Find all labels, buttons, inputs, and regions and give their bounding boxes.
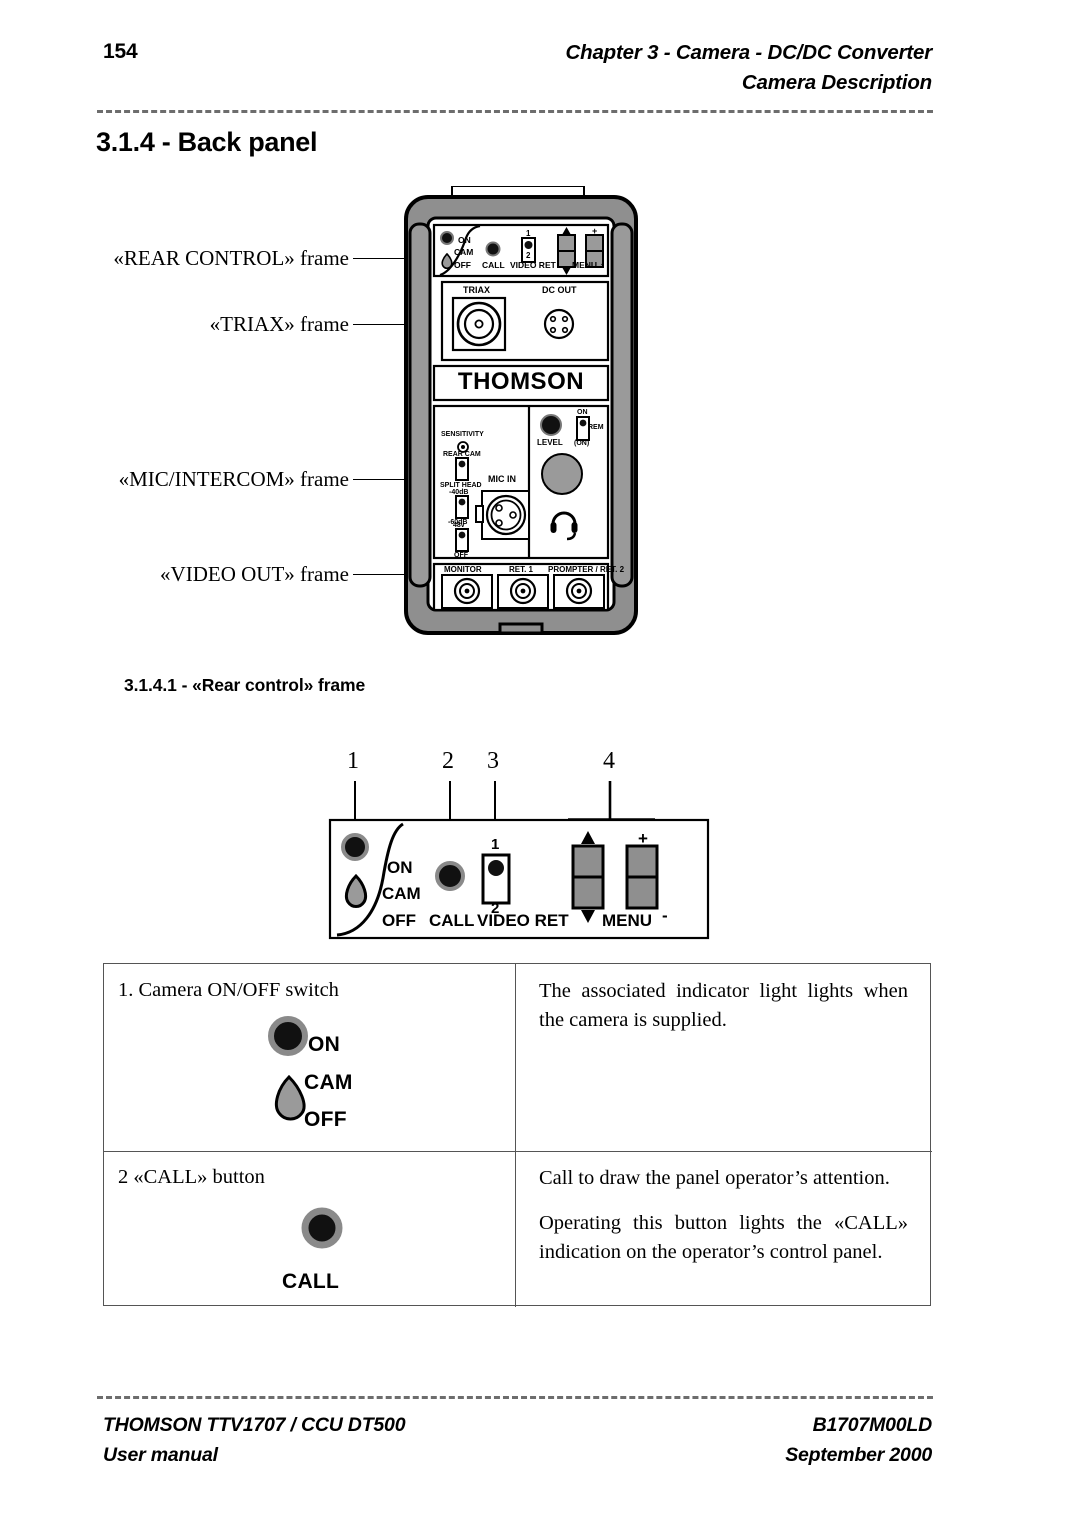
- camera-monitor-label: MONITOR: [444, 565, 482, 574]
- switch-position-cam: CAM: [304, 1071, 353, 1094]
- table-cell-description: The associated indicator light lights wh…: [515, 964, 932, 1151]
- footer-manual-type: User manual: [103, 1444, 218, 1466]
- footer-date: September 2000: [785, 1444, 932, 1466]
- rear-control-description-table: 1. Camera ON/OFF switch ON CAM OFF The a…: [103, 963, 932, 1307]
- camera-intercom-on-label: ON: [577, 409, 588, 416]
- page-number: 154: [103, 40, 138, 63]
- section-subtitle: Camera Description: [741, 71, 932, 94]
- callout-number-4: 4: [603, 748, 615, 774]
- camera-back-panel-figure: ON CAM OFF CALL 1 2 VIDEO RET MENU + - T…: [396, 186, 646, 638]
- header-divider: [97, 110, 933, 113]
- camera-prompter-ret2-label: PROMPTER / RET. 2: [548, 565, 625, 574]
- callout-call-label: CALL: [429, 911, 475, 930]
- rear-control-callout-figure: 1 2 3 4 ON CAM OFF CALL 1 2 VIDEO RET ME…: [325, 748, 725, 943]
- camera-sensitivity-label: SENSITIVITY: [441, 431, 484, 438]
- camera-menu-minus-label: -: [601, 259, 604, 269]
- page-canvas: 154 Chapter 3 - Camera - DC/DC Converter…: [0, 0, 1080, 1528]
- camera-video-ret-pos1: 1: [526, 229, 531, 238]
- camera-dc-out-label: DC OUT: [542, 285, 577, 295]
- table-cell-description: Call to draw the panel operator’s attent…: [515, 1151, 932, 1307]
- description-paragraph: Call to draw the panel operator’s attent…: [539, 1167, 890, 1189]
- camera-call-label: CALL: [482, 260, 505, 270]
- camera-rear-cam-label: REAR CAM: [443, 451, 481, 458]
- switch-position-on: ON: [308, 1033, 341, 1056]
- footer-product-line: THOMSON TTV1707 / CCU DT500: [103, 1414, 406, 1436]
- figure-label-mic-intercom: «MIC/INTERCOM» frame: [118, 467, 349, 491]
- camera-gain-40db-label: -40dB: [449, 489, 469, 496]
- description-paragraph: Operating this button lights the «CALL» …: [539, 1212, 908, 1263]
- camera-intercom-on-paren-label: (ON): [574, 440, 590, 447]
- callout-cam-label: CAM: [382, 884, 421, 903]
- camera-menu-plus-label: +: [592, 226, 598, 236]
- footer-divider: [97, 1396, 933, 1399]
- footer-right-block: B1707M00LD September 2000: [785, 1410, 932, 1470]
- callout-off-label: OFF: [382, 911, 416, 930]
- figure-label-rear-control: «REAR CONTROL» frame: [113, 246, 349, 270]
- footer-doc-code: B1707M00LD: [812, 1414, 933, 1436]
- camera-switch-off-label: OFF: [454, 260, 471, 270]
- camera-mic-in-label: MIC IN: [488, 474, 516, 484]
- callout-menu-label: MENU: [602, 911, 653, 930]
- page-header: 154 Chapter 3 - Camera - DC/DC Converter…: [0, 0, 1080, 100]
- callout-menu-plus-label: +: [638, 829, 648, 848]
- item-label-camera-switch: 1. Camera ON/OFF switch: [118, 979, 339, 1001]
- description-paragraph: The associated indicator light lights wh…: [539, 980, 908, 1031]
- call-button-illustration: CALL: [118, 1190, 515, 1300]
- callout-number-3: 3: [487, 748, 499, 774]
- camera-menu-label: MENU: [572, 260, 598, 270]
- chapter-title: Chapter 3 - Camera - DC/DC Converter: [565, 41, 933, 64]
- figure-label-video-out: «VIDEO OUT» frame: [160, 562, 349, 586]
- camera-video-ret-pos2: 2: [526, 251, 531, 260]
- camera-phantom-off-label: OFF: [454, 552, 468, 559]
- callout-number-2: 2: [442, 748, 454, 774]
- switch-position-off: OFF: [304, 1108, 347, 1131]
- figure-label-triax: «TRIAX» frame: [209, 312, 349, 336]
- callout-number-1: 1: [347, 748, 359, 774]
- table-row: 1. Camera ON/OFF switch ON CAM OFF: [104, 964, 515, 1151]
- callout-video-ret-pos1: 1: [491, 836, 500, 853]
- table-row: 2 «CALL» button CALL: [104, 1151, 515, 1307]
- camera-switch-illustration: ON CAM OFF: [118, 1003, 515, 1133]
- callout-video-ret-label: VIDEO RET: [477, 911, 569, 930]
- camera-switch-on-label: ON: [458, 235, 471, 245]
- camera-video-ret-label: VIDEO RET: [510, 260, 556, 270]
- heading-rear-control-frame: 3.1.4.1 - «Rear control» frame: [124, 675, 366, 695]
- camera-switch-cam-label: CAM: [454, 247, 474, 257]
- camera-brand-thomson: THOMSON: [457, 368, 585, 395]
- camera-phantom-48v-label: 48v: [453, 522, 465, 529]
- page-footer: THOMSON TTV1707 / CCU DT500 User manual …: [0, 1404, 1080, 1484]
- item-label-call-button: 2 «CALL» button: [118, 1166, 265, 1188]
- camera-ret1-label: RET. 1: [509, 565, 534, 574]
- call-button-svg: [301, 1207, 343, 1249]
- camera-triax-label: TRIAX: [463, 285, 490, 295]
- footer-left-block: THOMSON TTV1707 / CCU DT500 User manual: [103, 1410, 406, 1470]
- camera-intercom-rem-label: REM: [588, 424, 604, 431]
- callout-on-label: ON: [387, 858, 413, 877]
- camera-level-label: LEVEL: [537, 438, 563, 447]
- call-button-label: CALL: [282, 1270, 340, 1293]
- callout-menu-minus-label: -: [662, 906, 668, 925]
- header-title-block: Chapter 3 - Camera - DC/DC Converter Cam…: [292, 38, 933, 98]
- camera-split-head-label: SPLIT HEAD: [440, 482, 482, 489]
- heading-back-panel: 3.1.4 - Back panel: [96, 127, 318, 157]
